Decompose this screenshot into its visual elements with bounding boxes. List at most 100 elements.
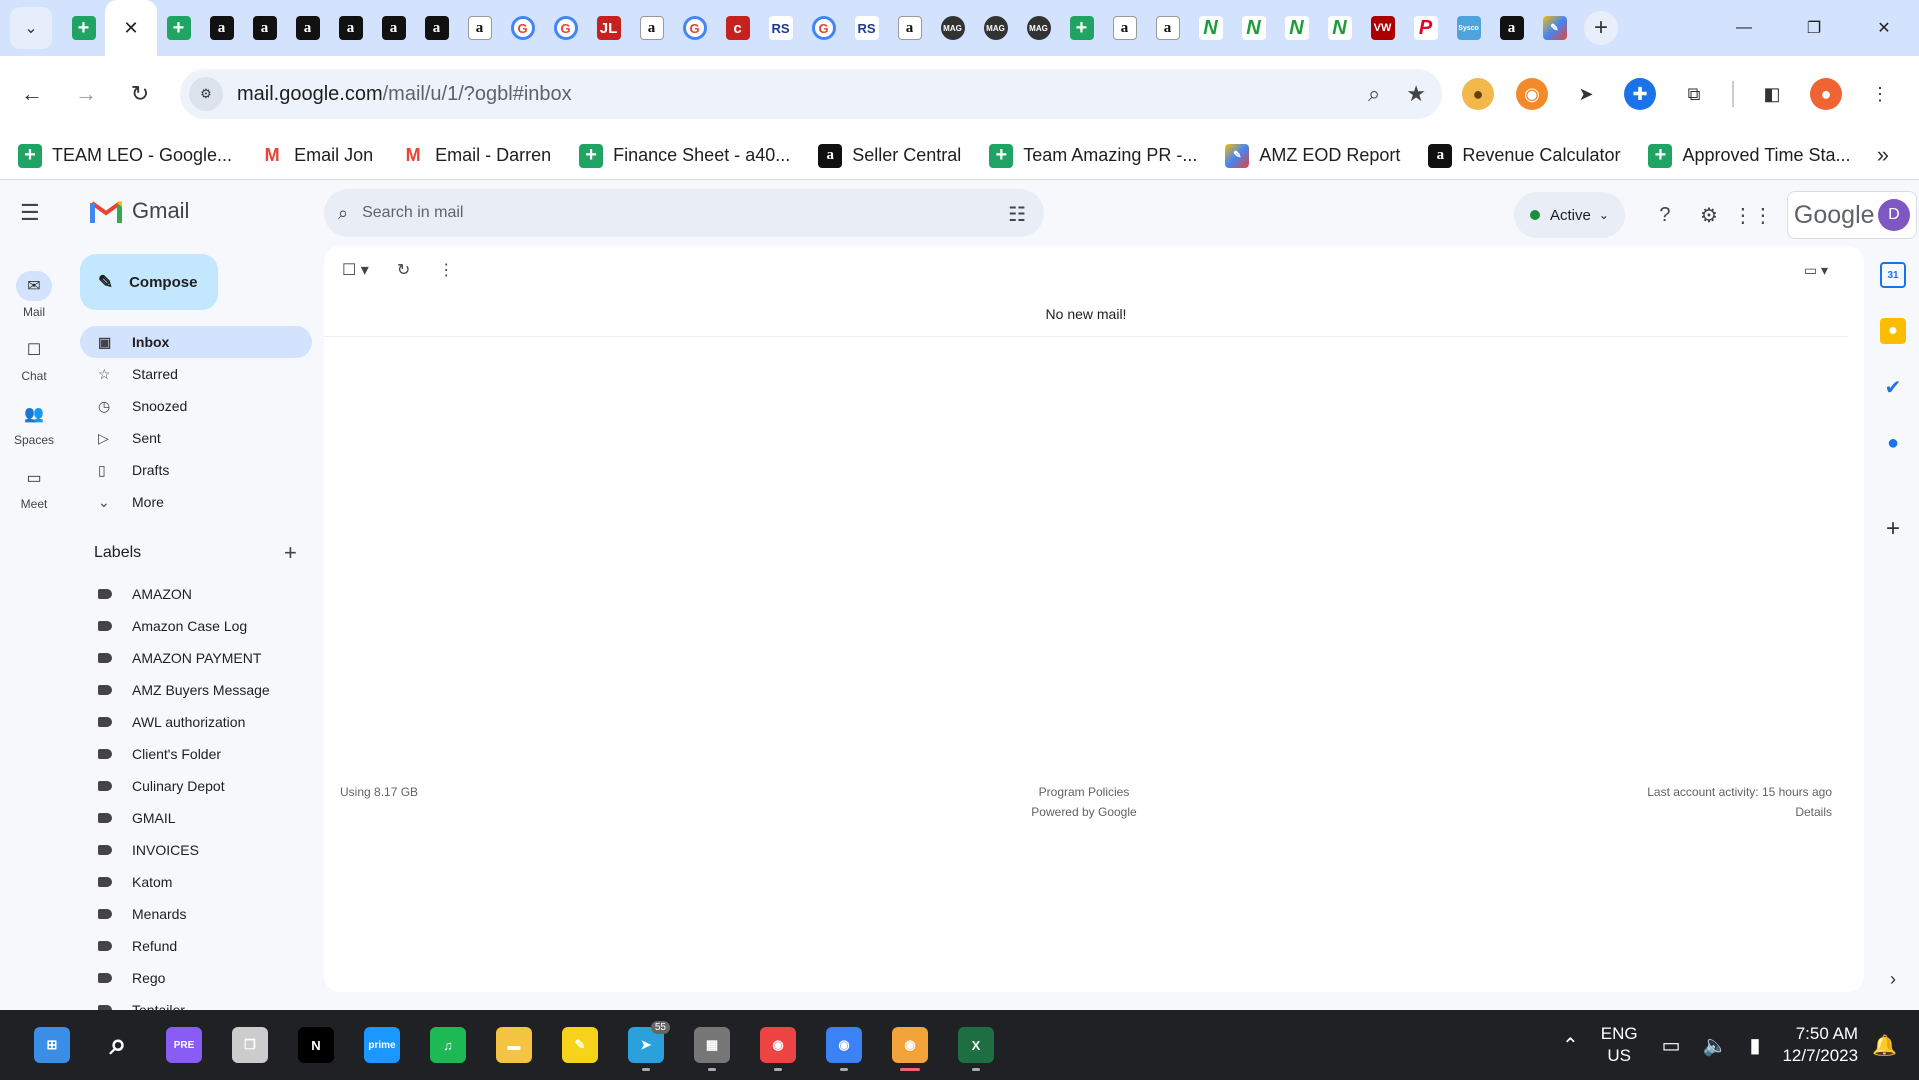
browser-tab[interactable]: a — [1146, 0, 1189, 56]
cursor-extension-icon[interactable]: ➤ — [1570, 78, 1602, 110]
details-link[interactable]: Details — [1647, 802, 1832, 822]
file-explorer-taskbar-button[interactable]: ▬ — [488, 1019, 540, 1071]
address-bar[interactable]: ⚙ mail.google.com/mail/u/1/?ogbl#inbox ⌕… — [180, 69, 1442, 119]
bookmark-item[interactable]: + Approved Time Sta... — [1648, 136, 1851, 176]
browser-tab[interactable]: + — [1060, 0, 1103, 56]
select-all-checkbox[interactable]: ☐ ▾ — [342, 260, 369, 280]
browser-tab[interactable]: G — [802, 0, 845, 56]
label-item[interactable]: AMAZON PAYMENT — [80, 642, 312, 674]
expand-panel-icon[interactable]: › — [1880, 966, 1906, 992]
bookmark-item[interactable]: + TEAM LEO - Google... — [18, 136, 232, 176]
browser-tab[interactable]: a — [1103, 0, 1146, 56]
label-item[interactable]: GMAIL — [80, 802, 312, 834]
settings-gear-icon[interactable]: ⚙ — [1689, 195, 1729, 235]
reload-button[interactable]: ↻ — [118, 72, 162, 116]
side-panel-icon[interactable]: ◧ — [1756, 78, 1788, 110]
browser-menu-icon[interactable]: ⋮ — [1864, 78, 1896, 110]
copilot-taskbar-button[interactable]: PRE — [158, 1019, 210, 1071]
browser-tab[interactable]: Sysco — [1447, 0, 1490, 56]
program-policies-link[interactable]: Program Policies — [964, 782, 1204, 802]
nav-item-drafts[interactable]: ▯ Drafts — [80, 454, 312, 486]
account-button[interactable]: Google D — [1786, 191, 1917, 239]
sticky-notes-taskbar-button[interactable]: ✎ — [554, 1019, 606, 1071]
clock[interactable]: 7:50 AM 12/7/2023 — [1782, 1023, 1858, 1067]
tab-search-button[interactable]: ⌄ — [10, 7, 52, 49]
label-item[interactable]: AWL authorization — [80, 706, 312, 738]
calendar-icon[interactable]: 31 — [1880, 262, 1906, 288]
browser-tab[interactable]: N — [1232, 0, 1275, 56]
search-bar[interactable]: ⌕ ☷ — [324, 189, 1044, 237]
orange-extension-icon[interactable]: ◉ — [1516, 78, 1548, 110]
calculator-taskbar-button[interactable]: ▦ — [686, 1019, 738, 1071]
zoom-icon[interactable]: ⌕ — [1368, 81, 1380, 107]
new-tab-button[interactable]: + — [1584, 11, 1618, 45]
rail-mail[interactable]: ✉ Mail — [0, 271, 68, 319]
volume-icon[interactable]: 🔈 — [1703, 1033, 1728, 1058]
label-item[interactable]: Tentailer — [80, 994, 312, 1010]
browser-tab[interactable]: N — [1189, 0, 1232, 56]
contacts-icon[interactable]: ● — [1880, 430, 1906, 456]
add-label-button[interactable]: + — [284, 540, 297, 566]
browser-tab[interactable]: G — [544, 0, 587, 56]
label-item[interactable]: Rego — [80, 962, 312, 994]
chevron-up-icon[interactable]: ⌃ — [1562, 1033, 1579, 1058]
task-view-taskbar-button[interactable]: ❐ — [224, 1019, 276, 1071]
netflix-taskbar-button[interactable]: N — [290, 1019, 342, 1071]
browser-tab[interactable]: + — [157, 0, 200, 56]
gmail-logo[interactable]: Gmail — [90, 198, 189, 224]
close-window-button[interactable]: ✕ — [1849, 0, 1919, 56]
browser-tab[interactable]: MAG — [1017, 0, 1060, 56]
add-addon-icon[interactable]: + — [1880, 515, 1906, 542]
browser-tab[interactable]: a — [329, 0, 372, 56]
battery-icon[interactable]: ▮ — [1749, 1033, 1760, 1058]
bookmark-item[interactable]: a Revenue Calculator — [1428, 136, 1620, 176]
search-icon[interactable]: ⌕ — [338, 203, 348, 224]
label-item[interactable]: Culinary Depot — [80, 770, 312, 802]
browser-tab[interactable]: MAG — [974, 0, 1017, 56]
rail-meet[interactable]: ▭ Meet — [0, 463, 68, 511]
browser-tab[interactable]: G — [673, 0, 716, 56]
browser-tab[interactable]: a — [243, 0, 286, 56]
compose-button[interactable]: ✎ Compose — [80, 254, 218, 310]
network-icon[interactable]: ▭ — [1662, 1033, 1681, 1058]
prime-video-taskbar-button[interactable]: prime — [356, 1019, 408, 1071]
browser-tab[interactable]: VW — [1361, 0, 1404, 56]
bookmark-item[interactable]: + Finance Sheet - a40... — [579, 136, 790, 176]
chrome-taskbar-button[interactable]: ◉ — [884, 1019, 936, 1071]
keep-icon[interactable]: ● — [1880, 318, 1906, 344]
apps-grid-icon[interactable]: ⋮⋮ — [1733, 195, 1773, 235]
label-item[interactable]: Refund — [80, 930, 312, 962]
browser-tab[interactable]: ✕ — [105, 0, 157, 56]
label-item[interactable]: Amazon Case Log — [80, 610, 312, 642]
puzzle-blue-extension-icon[interactable]: ✚ — [1624, 78, 1656, 110]
url-text[interactable]: mail.google.com/mail/u/1/?ogbl#inbox — [237, 83, 572, 106]
browser-tab[interactable]: a — [286, 0, 329, 56]
bookmark-star-icon[interactable]: ★ — [1406, 81, 1426, 107]
more-vert-icon[interactable]: ⋮ — [438, 260, 454, 280]
profile-avatar-icon[interactable]: ● — [1810, 78, 1842, 110]
bookmark-item[interactable]: ✎ AMZ EOD Report — [1225, 136, 1400, 176]
browser-tab[interactable]: MAG — [931, 0, 974, 56]
search-options-icon[interactable]: ☷ — [1008, 202, 1026, 227]
label-item[interactable]: Katom — [80, 866, 312, 898]
bookmark-item[interactable]: M Email Jon — [260, 136, 373, 176]
browser-tab[interactable]: ✎ — [1533, 0, 1576, 56]
bookmarks-overflow-icon[interactable]: » — [1877, 142, 1889, 168]
browser-tab[interactable]: a — [415, 0, 458, 56]
excel-taskbar-button[interactable]: X — [950, 1019, 1002, 1071]
nav-item-snoozed[interactable]: ◷ Snoozed — [80, 390, 312, 422]
browser-tab[interactable]: a — [630, 0, 673, 56]
browser-tab[interactable]: P — [1404, 0, 1447, 56]
telegram-taskbar-button[interactable]: ➤ 55 — [620, 1019, 672, 1071]
close-icon[interactable]: ✕ — [123, 18, 138, 39]
back-button[interactable]: ← — [10, 72, 54, 116]
nav-item-starred[interactable]: ☆ Starred — [80, 358, 312, 390]
spotify-taskbar-button[interactable]: ♫ — [422, 1019, 474, 1071]
browser-tab[interactable]: RS — [845, 0, 888, 56]
nav-item-more[interactable]: ⌄ More — [80, 486, 312, 518]
language-indicator[interactable]: ENG US — [1601, 1023, 1638, 1067]
rail-chat[interactable]: ☐ Chat — [0, 335, 68, 383]
browser-tab[interactable]: + — [62, 0, 105, 56]
search-taskbar-button[interactable]: ⌕ — [92, 1019, 144, 1071]
browser-tab[interactable]: a — [1490, 0, 1533, 56]
